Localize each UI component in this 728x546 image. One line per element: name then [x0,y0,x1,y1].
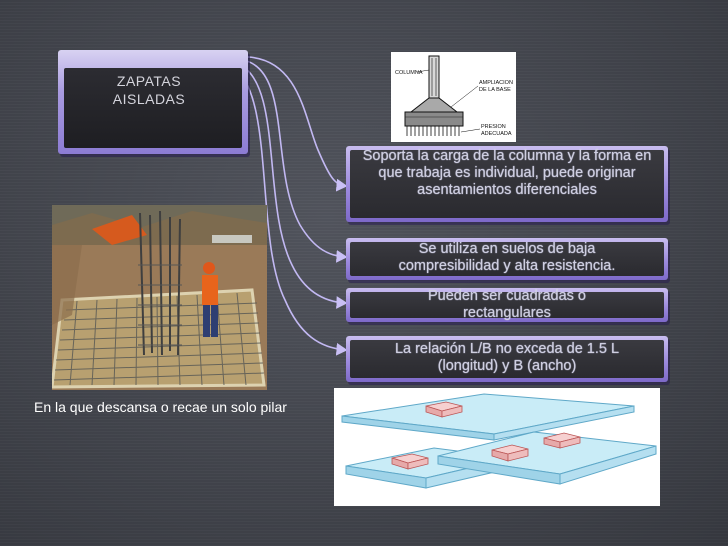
title-line-1: ZAPATAS [116,73,182,89]
label-ampliacion-1: AMPLIACION [479,80,513,86]
footing-diagram-image: COLUMNA AMPLIACION DE LA BASE PRESION AD… [391,52,516,142]
info-box-1: Soporta la carga de la columna y la form… [346,146,668,222]
label-presion-2: ADECUADA [481,131,512,137]
info-box-2: Se utiliza en suelos de baja compresibil… [346,238,668,280]
title-line-2: AISLADAS [112,91,186,107]
title-frame: ZAPATAS AISLADAS [58,50,248,154]
label-ampliacion-2: DE LA BASE [479,87,511,93]
info-box-4-text: La relación L/B no exceda de 1.5 L (long… [394,341,620,374]
info-box-3: Pueden ser cuadradas o rectangulares [346,288,668,322]
construction-photo [52,205,267,390]
label-columna: COLUMNA [395,70,423,76]
info-box-3-text: Pueden ser cuadradas o rectangulares [428,288,586,321]
info-box-2-text: Se utiliza en suelos de baja compresibil… [398,241,616,274]
title-panel: ZAPATAS AISLADAS [64,68,242,148]
label-presion-1: PRESION [481,124,506,130]
info-box-1-text: Soporta la carga de la columna y la form… [362,148,652,198]
info-box-4: La relación L/B no exceda de 1.5 L (long… [346,336,668,382]
isolated-footings-diagram [334,388,660,506]
caption-text: En la que descansa o recae un solo pilar [34,399,287,415]
page-title: ZAPATAS AISLADAS [64,72,234,108]
